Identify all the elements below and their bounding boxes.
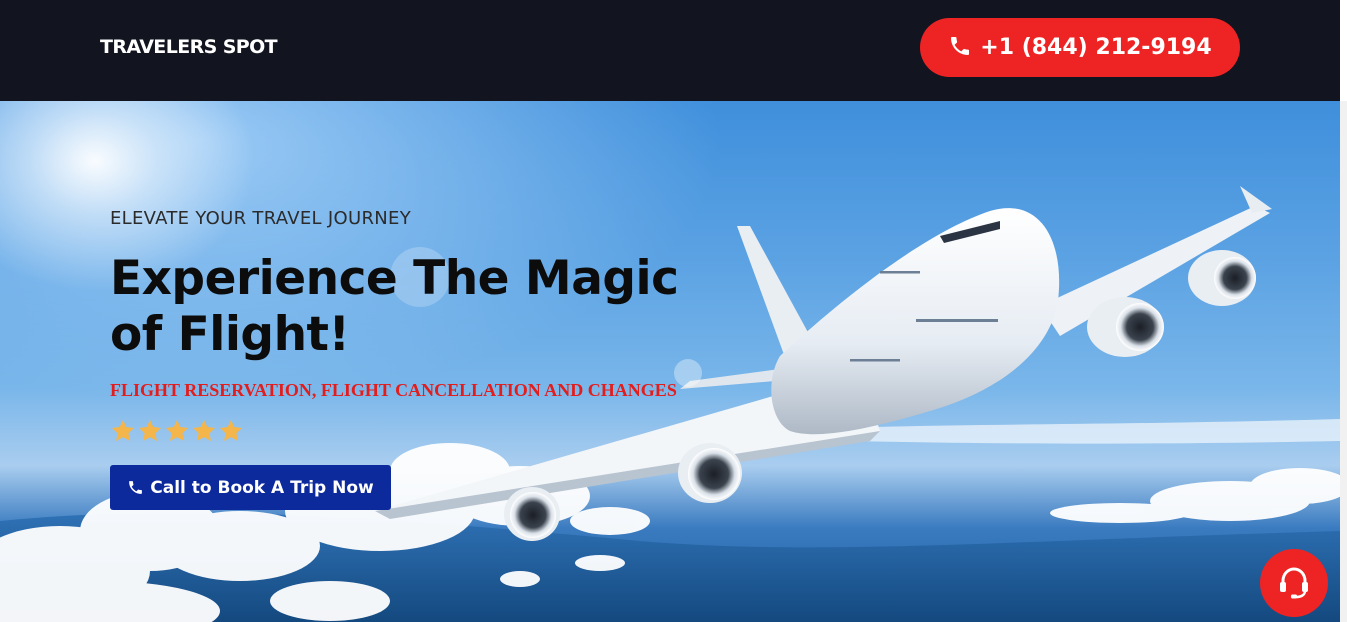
hero-section: ELEVATE YOUR TRAVEL JOURNEY Experience T… bbox=[0, 101, 1340, 622]
star-icon bbox=[165, 419, 189, 441]
hero-subhead: FLIGHT RESERVATION, FLIGHT CANCELLATION … bbox=[110, 380, 677, 400]
scrollbar[interactable] bbox=[1340, 0, 1347, 622]
star-icon bbox=[111, 419, 135, 441]
hero-headline: Experience The Magic of Flight! bbox=[110, 251, 710, 363]
phone-icon bbox=[951, 36, 970, 55]
star-icon bbox=[219, 419, 243, 441]
hero-headline-line-1: Experience The Magic bbox=[110, 251, 679, 306]
hero-headline-line-2: of Flight! bbox=[110, 307, 350, 362]
header-phone-button[interactable]: +1 (844) 212-9194 bbox=[920, 18, 1240, 77]
star-icon bbox=[192, 419, 216, 441]
brand-logo[interactable]: TRAVELERS SPOT bbox=[100, 36, 278, 58]
call-to-book-button[interactable]: Call to Book A Trip Now bbox=[110, 465, 391, 510]
headset-icon bbox=[1280, 567, 1308, 599]
scrollbar-thumb[interactable] bbox=[1340, 0, 1347, 101]
site-header: TRAVELERS SPOT +1 (844) 212-9194 bbox=[0, 0, 1340, 101]
call-to-book-label: Call to Book A Trip Now bbox=[150, 477, 374, 498]
support-chat-button[interactable] bbox=[1260, 549, 1328, 617]
phone-icon bbox=[129, 481, 143, 494]
star-icon bbox=[138, 419, 162, 441]
star-rating bbox=[110, 418, 244, 444]
hero-eyebrow: ELEVATE YOUR TRAVEL JOURNEY bbox=[110, 208, 411, 229]
header-phone-label: +1 (844) 212-9194 bbox=[980, 35, 1212, 60]
